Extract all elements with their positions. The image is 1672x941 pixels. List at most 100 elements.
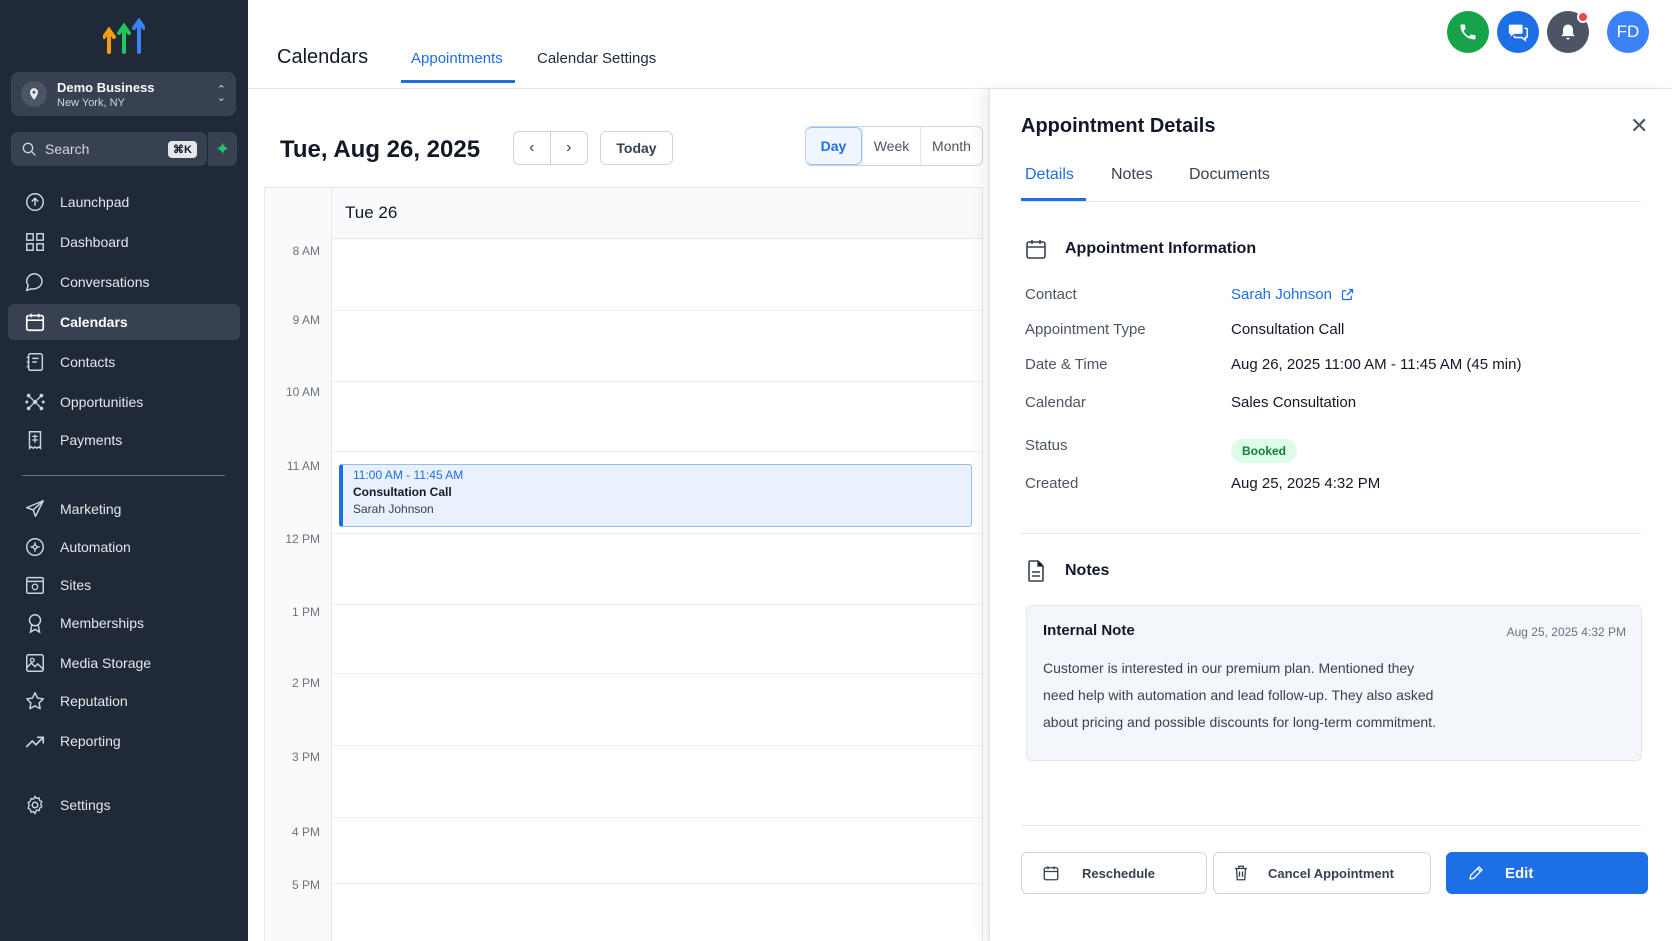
ai-sparkle-button[interactable]: ✦ (207, 132, 237, 166)
created-label: Created (1025, 475, 1079, 492)
business-switcher[interactable]: Demo Business New York, NY ⌃ ⌄ (11, 72, 236, 116)
notification-dot (1577, 11, 1589, 23)
search-icon (22, 142, 36, 156)
info-heading-text: Appointment Information (1065, 240, 1257, 257)
sidebar-item-reporting[interactable]: Reporting (8, 723, 240, 759)
chat-icon (25, 273, 43, 292)
cancel-appointment-button[interactable]: Cancel Appointment (1213, 852, 1431, 894)
sidebar-item-label: Media Storage (60, 655, 152, 671)
search-shortcut: ⌘K (168, 140, 197, 158)
section-divider (1021, 533, 1641, 534)
calendar-icon (1043, 866, 1059, 881)
tab-appointments[interactable]: Appointments (411, 50, 503, 67)
calendar-date-title: Tue, Aug 26, 2025 (280, 136, 481, 163)
view-day-button[interactable]: Day (806, 127, 862, 165)
footer-divider (1021, 825, 1641, 826)
time-label: 5 PM (291, 878, 320, 892)
sidebar-search[interactable]: Search ⌘K (11, 132, 207, 166)
sidebar-item-media-storage[interactable]: Media Storage (8, 645, 240, 681)
sidebar-item-marketing[interactable]: Marketing (8, 491, 240, 527)
document-icon (1028, 560, 1044, 582)
internal-note-card[interactable]: Internal Note Aug 25, 2025 4:32 PM Custo… (1026, 605, 1642, 761)
automation-icon (26, 538, 44, 556)
business-name: Demo Business (57, 79, 155, 95)
sidebar-item-settings[interactable]: Settings (8, 787, 240, 823)
reschedule-button[interactable]: Reschedule (1021, 852, 1207, 894)
note-body: Customer is interested in our premium pl… (1043, 660, 1436, 730)
active-tab-indicator (401, 80, 515, 83)
active-tab-indicator (1021, 198, 1086, 201)
sidebar-item-contacts[interactable]: Contacts (8, 344, 240, 380)
appointment-event[interactable]: 11:00 AM - 11:45 AM Consultation Call Sa… (339, 464, 972, 527)
view-month-button[interactable]: Month (920, 127, 982, 165)
time-label: 10 AM (285, 385, 320, 399)
sidebar-item-label: Contacts (60, 354, 116, 370)
prev-day-button[interactable]: ‹ (514, 132, 551, 164)
type-value: Consultation Call (1231, 321, 1345, 338)
info-section-heading: Appointment Information (1024, 237, 1256, 261)
contact-label: Contact (1025, 286, 1077, 303)
chevron-updown-icon: ⌃ ⌄ (216, 84, 226, 104)
today-button[interactable]: Today (600, 131, 673, 165)
pencil-icon (1469, 866, 1483, 880)
hour-line (332, 451, 982, 452)
sidebar-item-label: Reputation (60, 693, 128, 709)
sidebar-item-label: Launchpad (60, 194, 130, 210)
tab-documents[interactable]: Documents (1189, 166, 1270, 184)
view-week-button[interactable]: Week (862, 127, 920, 165)
sidebar-item-memberships[interactable]: Memberships (8, 605, 240, 641)
external-link-icon (1341, 288, 1354, 301)
sidebar-item-label: Settings (60, 797, 111, 813)
notifications-button[interactable] (1547, 11, 1589, 53)
sidebar-item-label: Opportunities (60, 394, 144, 410)
sidebar-item-automation[interactable]: Automation (8, 529, 240, 565)
sidebar-item-label: Payments (60, 432, 123, 448)
tab-details[interactable]: Details (1025, 166, 1074, 184)
type-label: Appointment Type (1025, 321, 1146, 338)
user-avatar[interactable]: FD (1607, 11, 1649, 53)
send-icon (26, 500, 44, 518)
sidebar-divider (22, 475, 225, 476)
time-label: 8 AM (292, 244, 320, 258)
panel-title: Appointment Details (1021, 115, 1216, 137)
sidebar: Demo Business New York, NY ⌃ ⌄ Search ⌘K … (0, 0, 248, 941)
status-badge: Booked (1231, 439, 1298, 463)
appointment-details-panel: Appointment Details ✕ Details Notes Docu… (988, 89, 1672, 941)
close-button[interactable]: ✕ (1630, 113, 1648, 139)
app-logo[interactable] (103, 18, 145, 54)
star-icon (26, 692, 44, 710)
contact-link[interactable]: Sarah Johnson (1231, 286, 1355, 303)
messages-button[interactable] (1497, 11, 1539, 53)
gear-icon (27, 795, 43, 815)
tab-calendar-settings[interactable]: Calendar Settings (537, 50, 656, 67)
sidebar-item-label: Memberships (60, 615, 145, 631)
hour-line (332, 817, 982, 818)
sidebar-item-payments[interactable]: Payments (8, 422, 240, 458)
hour-line (332, 381, 982, 382)
sidebar-item-calendars[interactable]: Calendars (8, 304, 240, 340)
sidebar-item-sites[interactable]: Sites (8, 567, 240, 603)
sidebar-item-label: Automation (60, 539, 131, 555)
day-grid[interactable]: Tue 26 8 AM 9 AM 10 AM 11 AM 12 PM 1 PM … (264, 187, 983, 941)
sidebar-item-launchpad[interactable]: Launchpad (8, 184, 240, 220)
chat-bubbles-icon (1508, 24, 1528, 42)
next-day-button[interactable]: › (551, 132, 588, 164)
contacts-icon (26, 353, 44, 371)
sidebar-item-label: Conversations (60, 274, 150, 290)
hour-line (332, 604, 982, 605)
datetime-label: Date & Time (1025, 356, 1108, 373)
sidebar-item-dashboard[interactable]: Dashboard (8, 224, 240, 260)
badge-icon (28, 614, 42, 634)
payments-icon (28, 431, 42, 450)
edit-button[interactable]: Edit (1446, 852, 1648, 894)
sidebar-item-opportunities[interactable]: Opportunities (8, 384, 240, 420)
tab-notes[interactable]: Notes (1111, 166, 1153, 184)
hour-line (332, 673, 982, 674)
chevron-left-icon: ‹ (529, 139, 535, 156)
sidebar-item-label: Sites (60, 577, 92, 593)
note-date: Aug 25, 2025 4:32 PM (1506, 625, 1626, 639)
phone-button[interactable] (1447, 11, 1489, 53)
sidebar-item-conversations[interactable]: Conversations (8, 264, 240, 300)
sidebar-item-reputation[interactable]: Reputation (8, 683, 240, 719)
calendar-icon (1026, 240, 1046, 259)
